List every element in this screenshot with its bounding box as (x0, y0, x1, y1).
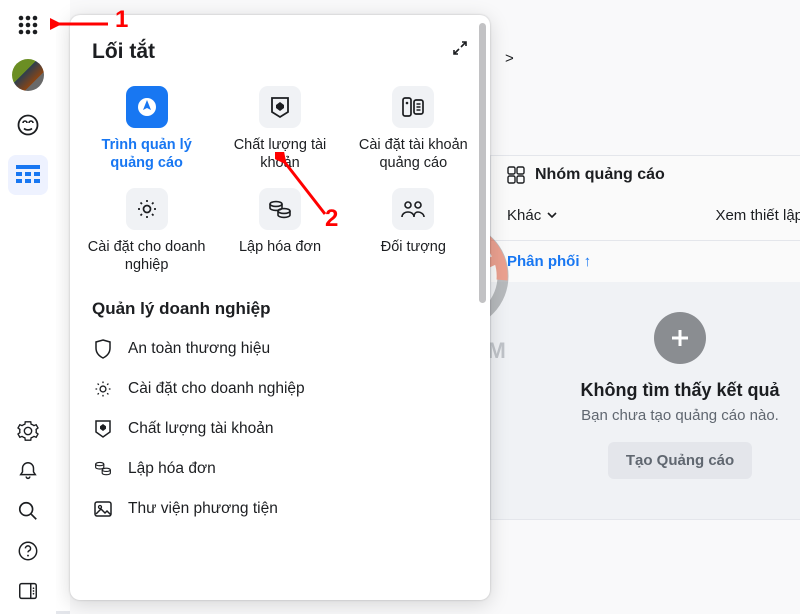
bell-icon (17, 460, 39, 482)
breadcrumb: > (505, 50, 514, 67)
left-sidebar (0, 0, 56, 614)
gear-icon (17, 420, 39, 442)
shortcut-label: Trình quản lý quảng cáo (87, 136, 207, 172)
shortcut-business-settings[interactable]: Cài đặt cho doanh nghiệp (80, 184, 213, 278)
sidebar-table[interactable] (8, 155, 48, 195)
gear-icon (92, 378, 114, 400)
shortcut-label: Lập hóa đơn (239, 238, 321, 256)
caret-down-icon (547, 212, 557, 218)
empty-plus-circle (654, 312, 706, 364)
shield-badge-icon (269, 95, 291, 119)
list-label: An toàn thương hiệu (128, 340, 270, 358)
search-icon (17, 500, 39, 522)
plus-icon (667, 325, 693, 351)
shortcuts-panel: Lối tắt Trình quản lý quảng cáo Chất lượ… (70, 15, 490, 600)
empty-title: Không tìm thấy kết quả (515, 380, 800, 401)
list-account-quality[interactable]: Chất lượng tài khoản (80, 409, 480, 449)
list-label: Lập hóa đơn (128, 460, 216, 478)
annotation-number-1: 1 (115, 6, 128, 34)
sidebar-notifications[interactable] (8, 458, 48, 484)
panel-icon (17, 580, 39, 602)
shortcut-label: Cài đặt cho doanh nghiệp (87, 238, 207, 274)
annotation-arrow-1 (50, 14, 112, 34)
compass-icon (136, 96, 158, 118)
card-title: Nhóm quảng cáo (535, 166, 665, 184)
coins-icon (92, 458, 114, 480)
sort-column[interactable]: Phân phối ↑ (507, 253, 591, 270)
apps-menu-button[interactable] (8, 5, 48, 45)
sidebar-help[interactable] (8, 538, 48, 564)
shield-badge-icon (92, 418, 114, 440)
toggle-label: Xem thiết lập (715, 207, 800, 224)
sidebar-collapse[interactable] (8, 578, 48, 604)
shortcut-ad-account-settings[interactable]: Cài đặt tài khoản quảng cáo (347, 82, 480, 176)
sidebar-settings[interactable] (8, 418, 48, 444)
shortcut-ads-manager[interactable]: Trình quản lý quảng cáo (80, 82, 213, 176)
list-business-settings[interactable]: Cài đặt cho doanh nghiệp (80, 369, 480, 409)
adset-icon (507, 166, 525, 184)
grid-icon (17, 14, 39, 36)
list-brand-safety[interactable]: An toàn thương hiệu (80, 329, 480, 369)
account-settings-icon (401, 96, 425, 118)
create-ad-button[interactable]: Tạo Quảng cáo (608, 442, 752, 479)
list-label: Cài đặt cho doanh nghiệp (128, 380, 305, 398)
shortcut-label: Cài đặt tài khoản quảng cáo (353, 136, 473, 172)
panel-scrollbar[interactable] (479, 23, 486, 303)
gauge-icon (16, 113, 40, 137)
profile-avatar[interactable] (8, 55, 48, 95)
shortcut-audiences[interactable]: Đối tượng (347, 184, 480, 278)
gear-icon (135, 197, 159, 221)
image-icon (92, 498, 114, 520)
annotation-number-2: 2 (325, 205, 338, 233)
expand-panel-button[interactable] (452, 40, 468, 61)
list-label: Thư viện phương tiện (128, 500, 278, 518)
list-billing[interactable]: Lập hóa đơn (80, 449, 480, 489)
adset-card: Nhóm quảng cáo Khác Xem thiết lập Phân p… (490, 155, 800, 520)
list-media-library[interactable]: Thư viện phương tiện (80, 489, 480, 529)
empty-state: Không tìm thấy kết quả Bạn chưa tạo quản… (491, 282, 800, 519)
panel-title: Lối tắt (70, 15, 490, 72)
sidebar-gauge[interactable] (8, 105, 48, 145)
sidebar-search[interactable] (8, 498, 48, 524)
card-filter-dropdown[interactable]: Khác (507, 207, 557, 224)
expand-icon (452, 40, 468, 56)
empty-subtitle: Bạn chưa tạo quảng cáo nào. (515, 407, 800, 424)
table-icon (16, 165, 40, 185)
shortcut-label: Đối tượng (381, 238, 446, 256)
help-icon (17, 540, 39, 562)
shield-icon (92, 338, 114, 360)
list-label: Chất lượng tài khoản (128, 420, 274, 438)
audience-icon (400, 199, 426, 219)
dropdown-label: Khác (507, 207, 541, 224)
section-business-management: Quản lý doanh nghiệp (70, 295, 490, 329)
